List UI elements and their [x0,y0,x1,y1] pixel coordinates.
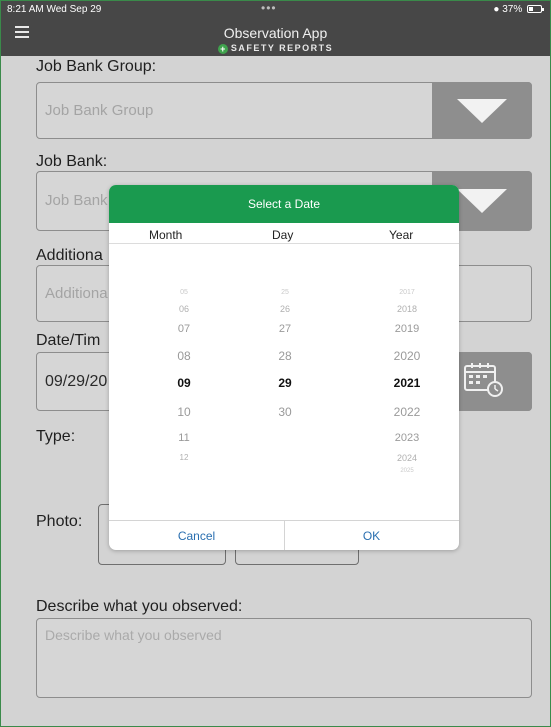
app-subtitle-text: SAFETY REPORTS [230,43,334,53]
status-time: 8:21 AM Wed Sep 29 [7,4,102,15]
year-option[interactable]: 2017 [367,289,447,296]
year-option-selected[interactable]: 2021 [367,376,447,390]
month-column-header: Month [149,228,183,242]
month-option[interactable]: 08 [154,349,214,363]
day-option[interactable]: 30 [255,405,315,419]
status-battery: ● 37% [493,4,544,15]
ok-button[interactable]: OK [284,529,459,543]
battery-icon [527,5,544,13]
datetime-value: 09/29/20 [45,373,108,390]
month-option[interactable]: 12 [154,453,214,462]
month-option[interactable]: 05 [154,289,214,296]
status-bar: 8:21 AM Wed Sep 29 ••• ● 37% [1,1,550,18]
month-option[interactable]: 06 [154,304,214,314]
job-bank-placeholder: Job Bank [45,192,108,209]
month-option[interactable]: 07 [154,323,214,335]
chevron-down-icon [457,189,507,213]
additional-placeholder: Additiona [45,285,108,302]
month-option-selected[interactable]: 09 [154,376,214,390]
month-option[interactable]: 10 [154,405,214,419]
day-column-header: Day [272,228,294,242]
year-option[interactable]: 2020 [367,349,447,363]
date-picker-dialog: Select a Date Month Day Year 05 06 07 08… [109,185,459,550]
calendar-icon [464,363,503,397]
year-option[interactable]: 2018 [367,304,447,314]
year-column-header: Year [389,228,414,242]
job-bank-label: Job Bank: [36,153,108,170]
describe-placeholder: Describe what you observed [45,627,222,643]
nav-bar: Observation App + SAFETY REPORTS [1,18,550,56]
date-picker-title: Select a Date [109,185,459,223]
chevron-down-icon [457,99,507,123]
battery-percent: 37% [502,4,523,15]
additional-label: Additiona [36,247,103,264]
job-bank-group-placeholder: Job Bank Group [45,102,154,119]
year-option[interactable]: 2019 [367,323,447,335]
plus-logo-icon: + [217,44,228,54]
year-option[interactable]: 2022 [367,405,447,419]
wifi-icon: ● [493,4,500,15]
app-frame: 8:21 AM Wed Sep 29 ••• ● 37% Observation… [1,1,550,726]
cancel-button[interactable]: Cancel [109,529,284,543]
multitask-dots: ••• [261,1,277,15]
month-option[interactable]: 11 [154,432,214,444]
calendar-button[interactable] [456,352,532,411]
day-option[interactable]: 27 [255,323,315,335]
describe-label: Describe what you observed: [36,598,243,615]
job-bank-group-dropdown-button[interactable] [432,82,532,139]
day-option[interactable]: 28 [255,349,315,363]
datetime-label: Date/Tim [36,332,101,349]
app-title: Observation App [223,25,328,41]
photo-label: Photo: [36,513,83,530]
year-option[interactable]: 2025 [367,468,447,474]
type-label: Type: [36,428,76,445]
describe-textarea[interactable]: Describe what you observed [36,618,532,698]
year-option[interactable]: 2024 [367,453,447,463]
year-option[interactable]: 2023 [367,432,447,444]
job-bank-group-label: Job Bank Group: [36,58,157,75]
day-option[interactable]: 26 [255,304,315,314]
day-option-selected[interactable]: 29 [255,376,315,390]
day-option[interactable]: 25 [255,289,315,296]
header-divider [109,243,459,244]
app-subtitle: + SAFETY REPORTS [1,43,550,54]
